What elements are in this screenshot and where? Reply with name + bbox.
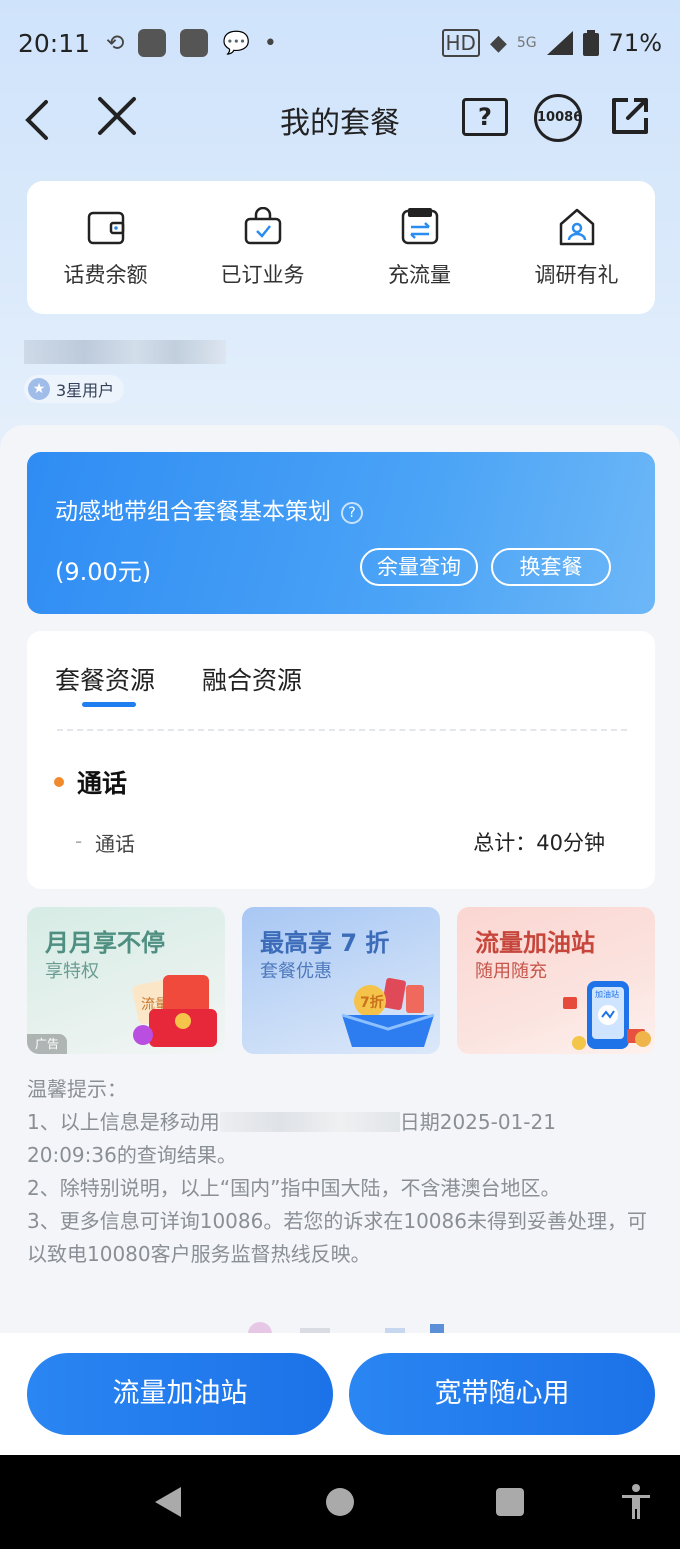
status-time: 20:11 (18, 28, 91, 58)
quick-action-subscriptions[interactable]: 已订业务 (193, 206, 333, 289)
bottom-action-bar: 流量加油站 宽带随心用 (0, 1333, 680, 1455)
quick-action-survey[interactable]: 调研有礼 (507, 207, 647, 289)
help-book-icon[interactable]: ? (462, 98, 508, 136)
wechat-icon: 💬 (222, 30, 250, 56)
category-title: 通话 (77, 769, 128, 798)
info-icon[interactable]: ? (341, 502, 363, 524)
active-tab-indicator (82, 702, 136, 707)
phone-data-icon: 加油站 (563, 981, 651, 1050)
system-navigation-bar (0, 1455, 680, 1549)
tip-line-1-date: 日期2025-01-21 (399, 1110, 556, 1134)
data-recharge-icon (401, 207, 438, 244)
quick-action-label: 已订业务 (220, 262, 305, 287)
phone-sync-icon: ⟲ (106, 30, 125, 56)
resource-row-label: 通话 (95, 832, 135, 856)
balance-query-button[interactable]: 余量查询 (360, 548, 478, 586)
wallet-icon (87, 211, 124, 244)
accessibility-icon[interactable] (620, 1483, 652, 1521)
promo-banner-discount[interactable]: 最高享 7 折 套餐优惠 7折 (242, 907, 440, 1054)
user-level-text: 3星用户 (56, 381, 115, 400)
battery-icon (582, 30, 599, 56)
user-level-badge[interactable]: ★ 3星用户 (24, 375, 125, 403)
hd-icon: HD (441, 29, 480, 57)
red-envelope-icon: 流量 (132, 975, 217, 1047)
category-dot (54, 777, 64, 787)
battery-level: 71% (608, 29, 662, 57)
tips-heading: 温馨提示： (27, 1077, 127, 1101)
masked-text (219, 1112, 400, 1132)
tip-line-1-time: 20:09:36的查询结果。 (27, 1143, 237, 1167)
survey-user-icon (559, 208, 594, 245)
network-type: 5G (516, 35, 537, 51)
system-home-icon[interactable] (326, 1488, 354, 1516)
system-back-icon[interactable] (155, 1487, 181, 1517)
promo-title: 最高享 7 折 (260, 929, 390, 957)
masked-phone-number (24, 340, 226, 364)
quick-action-label: 调研有礼 (534, 262, 619, 287)
quick-action-label: 话费余额 (63, 262, 148, 287)
status-right: HD ◆ 5G 71% (441, 29, 662, 57)
promo-art-text: 7折 (360, 994, 384, 1011)
divider (57, 729, 627, 731)
broadband-button[interactable]: 宽带随心用 (349, 1353, 655, 1435)
quick-action-recharge-data[interactable]: 充流量 (350, 207, 490, 289)
resources-card: 套餐资源 融合资源 通话 - 通话 总计：40分钟 (27, 631, 655, 889)
promo-title: 月月享不停 (45, 929, 165, 957)
star-icon: ★ (28, 378, 50, 400)
promo-banner-data-station[interactable]: 流量加油站 随用随充 加油站 (457, 907, 655, 1054)
app-notification-icon (138, 29, 167, 57)
data-station-button[interactable]: 流量加油站 (27, 1353, 333, 1435)
ad-tag: 广告 (27, 1034, 67, 1054)
more-notifications-dot: • (263, 30, 277, 56)
status-bar: 20:11 ⟲ 💬 • HD ◆ 5G 71% (0, 0, 680, 86)
tip-line-1-prefix: 1、以上信息是移动用 (27, 1110, 220, 1134)
plan-name: 动感地带组合套餐基本策划? (55, 492, 363, 526)
wifi-icon: ◆ (489, 30, 507, 56)
promo-subtitle: 随用随充 (475, 961, 547, 982)
discount-gift-box-icon: 7折 (341, 977, 435, 1047)
quick-action-label: 充流量 (388, 262, 451, 287)
system-recents-icon[interactable] (496, 1488, 524, 1516)
promo-art-text: 加油站 (595, 989, 619, 999)
promo-subtitle: 套餐优惠 (260, 961, 332, 982)
promo-subtitle: 享特权 (45, 961, 99, 982)
change-plan-button[interactable]: 换套餐 (491, 548, 611, 586)
tips-section: 温馨提示： 1、以上信息是移动用 日期2025-01-21 20:09:36的查询… (27, 1073, 657, 1271)
signal-icon (546, 31, 573, 55)
list-bullet: - (75, 829, 83, 853)
footer-decoration (248, 1322, 444, 1334)
resource-row-value: 总计：40分钟 (473, 831, 605, 855)
tab-bundle-resources[interactable]: 融合资源 (202, 661, 302, 697)
plan-card: 动感地带组合套餐基本策划? (9.00元) 余量查询 换套餐 (27, 452, 655, 614)
plan-price: (9.00元) (55, 558, 152, 586)
promo-title: 流量加油站 (475, 929, 595, 957)
plan-name-text: 动感地带组合套餐基本策划 (55, 499, 331, 525)
quick-actions-card: 话费余额 已订业务 充流量 调研有礼 (27, 181, 655, 314)
hotline-10086-icon[interactable]: 10086 (534, 94, 582, 142)
tab-plan-resources[interactable]: 套餐资源 (55, 661, 155, 697)
tip-line-2: 2、除特别说明，以上“国内”指中国大陆，不含港澳台地区。 (27, 1176, 561, 1200)
app-notification-icon (180, 29, 209, 57)
share-icon[interactable] (610, 96, 650, 136)
promo-banner-privileges[interactable]: 月月享不停 享特权 流量 广告 (27, 907, 225, 1054)
tip-line-3: 3、更多信息可详询10086。若您的诉求在10086未得到妥善处理，可以致电10… (27, 1209, 647, 1266)
bag-check-icon (244, 206, 281, 244)
quick-action-balance[interactable]: 话费余额 (36, 207, 176, 289)
nav-bar: 我的套餐 ? 10086 (0, 86, 680, 152)
tip-line-1: 1、以上信息是移动用 日期2025-01-21 (27, 1106, 657, 1139)
